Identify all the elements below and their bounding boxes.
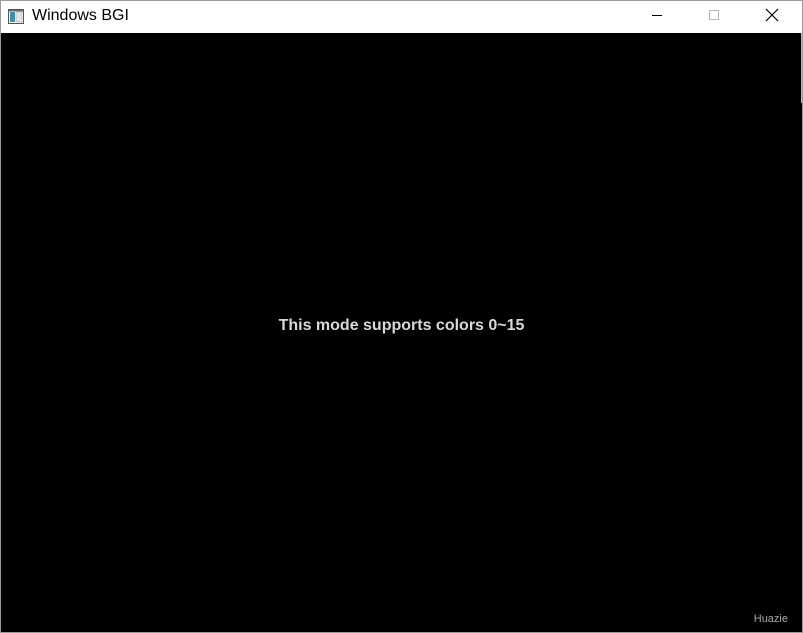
window-title: Windows BGI (32, 7, 129, 24)
window-app-icon[interactable] (8, 9, 24, 24)
author-signature: Huazie (753, 613, 788, 625)
close-button[interactable] (743, 1, 800, 33)
close-icon (765, 8, 779, 27)
maximize-button[interactable] (685, 1, 742, 33)
maximize-icon (708, 8, 720, 26)
window-edge (801, 33, 802, 103)
minimize-icon (651, 8, 663, 26)
minimize-button[interactable] (628, 1, 685, 33)
title-bar[interactable]: Windows BGI (1, 1, 802, 33)
bgi-window: Windows BGI This mode supports colors 0~… (0, 0, 803, 633)
color-mode-message: This mode supports colors 0~15 (278, 317, 525, 334)
graphics-canvas[interactable]: This mode supports colors 0~15 Huazie (1, 33, 802, 632)
